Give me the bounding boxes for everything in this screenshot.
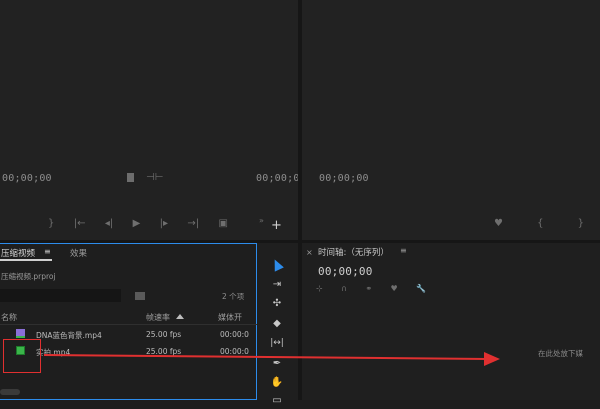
slip-tool-icon[interactable]: |↔|: [268, 334, 286, 352]
project-filename: 压缩视频.prproj: [1, 272, 56, 281]
item-fps: 25.00 fps: [146, 330, 182, 339]
timeline-panel: × 时间轴:（无序列） ≡ 00;00;00 ⊹ ∩ ⚭ ♥ 🔧 在此处放下媒: [302, 243, 600, 400]
item-start: 00:00:0: [220, 330, 249, 339]
add-button-icon[interactable]: +: [271, 219, 282, 232]
timeline-menu-icon[interactable]: ≡: [400, 246, 407, 255]
column-frame-rate[interactable]: 帧速率: [146, 312, 170, 323]
timeline-title[interactable]: 时间轴:（无序列）: [318, 246, 389, 258]
source-monitor: 00;00;00 ⊣⊢ 00;00;0 } |← ◂| ▶ |▸ →| ▣ » …: [0, 0, 300, 240]
selection-tool-icon[interactable]: [268, 255, 286, 273]
source-timecode-right[interactable]: 00;00;0: [256, 173, 300, 184]
item-count: 2 个项: [222, 292, 245, 301]
insert-icon[interactable]: ⊣⊢: [146, 173, 163, 183]
program-controls: ♥ { }: [494, 219, 584, 231]
mark-out-icon[interactable]: }: [578, 219, 584, 231]
search-input[interactable]: [0, 289, 121, 302]
mark-in-icon[interactable]: {: [537, 219, 543, 231]
add-marker-icon[interactable]: ♥: [390, 284, 397, 293]
new-bin-icon[interactable]: [135, 292, 145, 300]
pen-tool-icon[interactable]: ✒: [268, 354, 286, 372]
go-to-in-icon[interactable]: |←: [74, 219, 86, 231]
hand-tool-icon[interactable]: ✋: [268, 373, 286, 391]
linked-selection-icon[interactable]: ⚭: [365, 284, 372, 293]
more-controls-icon[interactable]: »: [259, 216, 264, 226]
project-panel: 压缩视频 ≡ 效果 压缩视频.prproj 2 个项 名称 帧速率 媒体开 DN…: [0, 243, 257, 400]
snap-icon[interactable]: ∩: [341, 284, 347, 293]
step-forward-icon[interactable]: |▸: [160, 219, 168, 231]
panel-menu-icon[interactable]: ≡: [44, 247, 51, 256]
program-timecode[interactable]: 00;00;00: [319, 173, 369, 184]
item-start: 00:00:0: [220, 347, 249, 356]
video-clip-icon: [16, 329, 25, 338]
track-select-tool-icon[interactable]: ⇥: [268, 275, 286, 293]
tab-project[interactable]: 压缩视频: [1, 247, 35, 259]
item-name: 实拍.mp4: [36, 348, 71, 357]
timeline-timecode[interactable]: 00;00;00: [318, 265, 373, 278]
mark-out-icon[interactable]: }: [48, 219, 54, 231]
source-settings-icon[interactable]: [127, 173, 134, 182]
source-timecode-left[interactable]: 00;00;00: [2, 173, 52, 184]
annotation-highlight-box: [3, 339, 41, 373]
item-name: DNA蓝色背景.mp4: [36, 331, 102, 340]
razor-tool-icon[interactable]: ◆: [268, 314, 286, 332]
column-media-start[interactable]: 媒体开: [218, 312, 242, 323]
column-name[interactable]: 名称: [1, 312, 17, 323]
tools-panel: ⇥ ✣ ◆ |↔| ✒ ✋ ▭: [258, 243, 298, 406]
type-tool-icon[interactable]: ▭: [268, 391, 286, 409]
active-tab-indicator: [0, 259, 52, 261]
header-divider: [0, 324, 257, 325]
horizontal-scrollbar[interactable]: [0, 389, 20, 395]
wrench-icon[interactable]: 🔧: [416, 284, 426, 293]
ripple-edit-tool-icon[interactable]: ✣: [268, 294, 286, 312]
source-controls: } |← ◂| ▶ |▸ →| ▣: [48, 219, 228, 231]
go-to-out-icon[interactable]: →|: [187, 219, 199, 231]
program-monitor: 00;00;00 ♥ { }: [302, 0, 600, 240]
item-fps: 25.00 fps: [146, 347, 182, 356]
timeline-tools: ⊹ ∩ ⚭ ♥ 🔧: [316, 283, 426, 293]
drop-media-hint: 在此处放下媒: [538, 349, 583, 358]
play-icon[interactable]: ▶: [133, 219, 141, 231]
sort-ascending-icon[interactable]: [176, 314, 184, 319]
tab-effects[interactable]: 效果: [70, 247, 87, 259]
export-frame-icon[interactable]: ▣: [219, 219, 228, 231]
close-tab-icon[interactable]: ×: [306, 248, 313, 257]
add-marker-icon[interactable]: ♥: [494, 219, 503, 231]
nest-icon[interactable]: ⊹: [316, 284, 323, 293]
step-back-icon[interactable]: ◂|: [105, 219, 113, 231]
